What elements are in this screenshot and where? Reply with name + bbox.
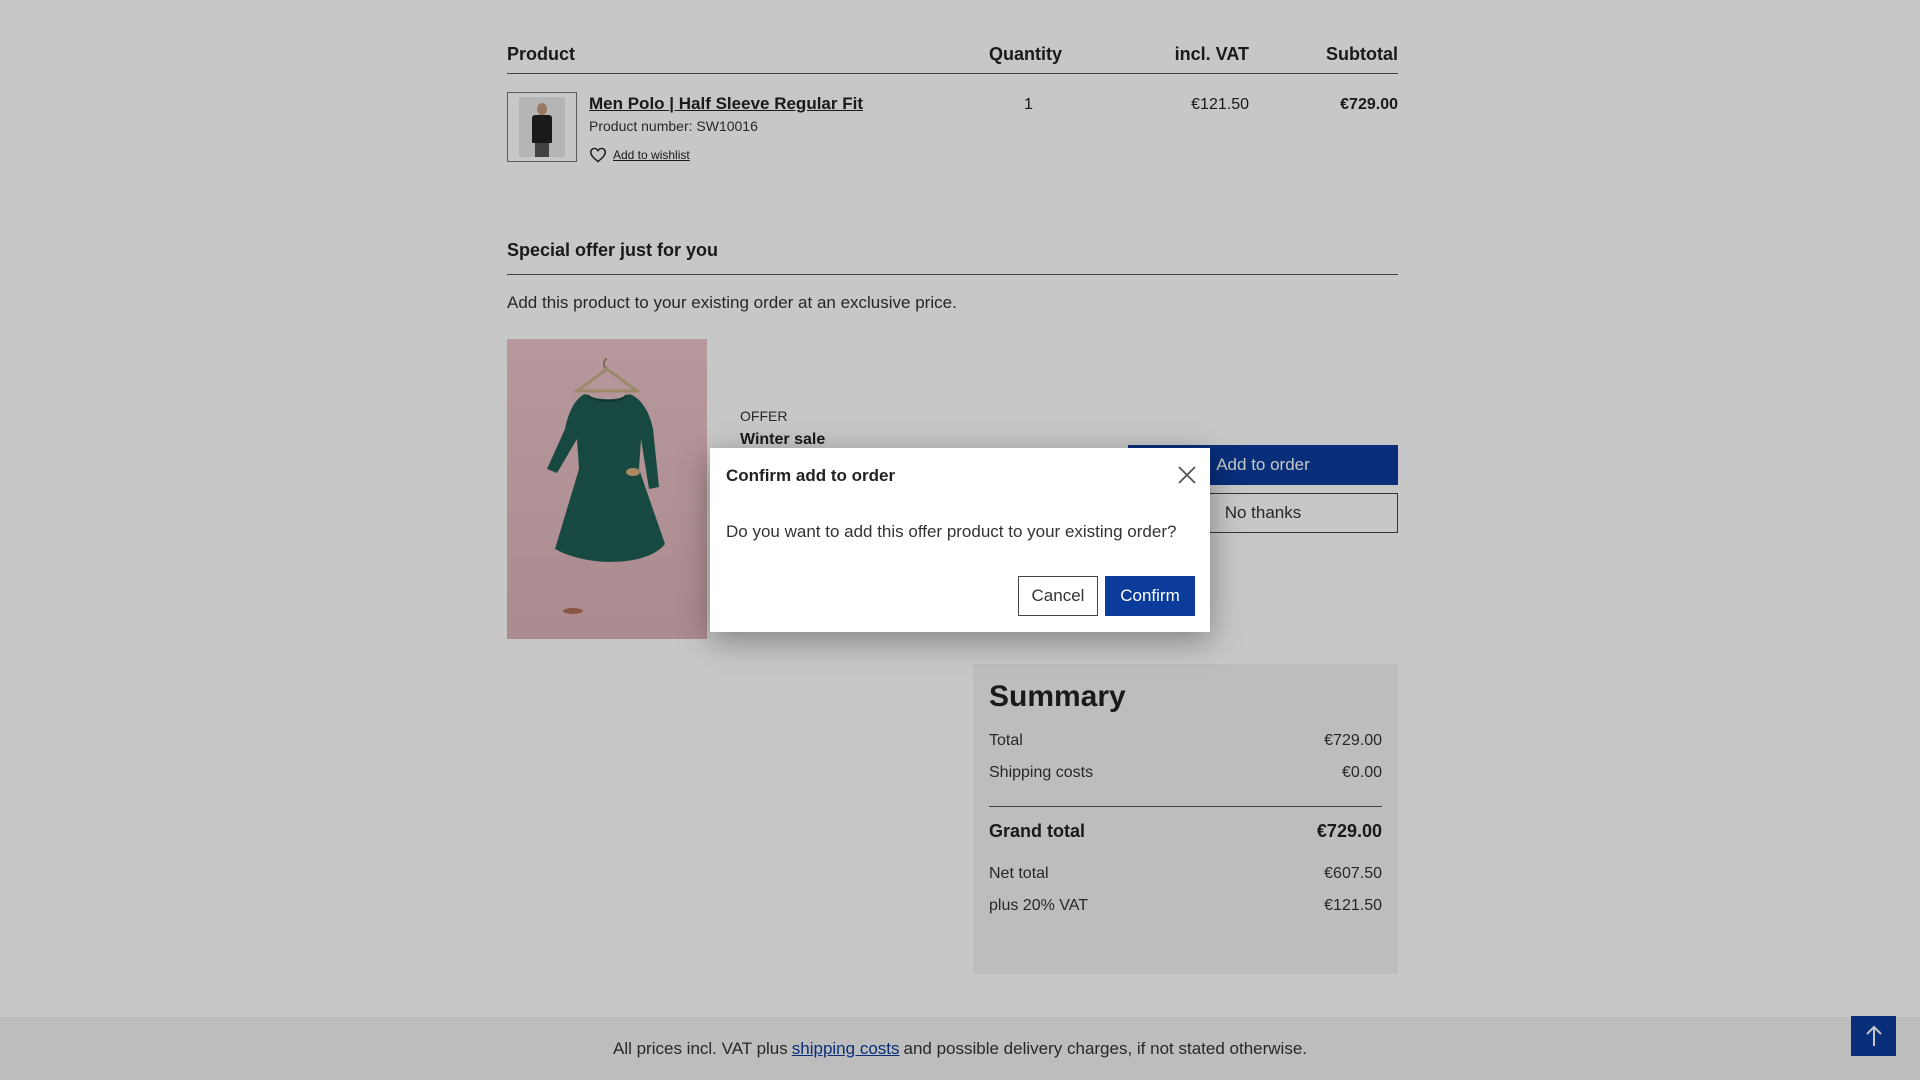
dialog-title: Confirm add to order xyxy=(726,466,896,485)
confirm-button[interactable]: Confirm xyxy=(1105,576,1195,616)
close-icon[interactable] xyxy=(1176,464,1198,486)
cancel-button[interactable]: Cancel xyxy=(1018,576,1098,616)
dialog-message: Do you want to add this offer product to… xyxy=(726,522,1177,541)
confirm-dialog: Confirm add to order Do you want to add … xyxy=(710,448,1210,632)
